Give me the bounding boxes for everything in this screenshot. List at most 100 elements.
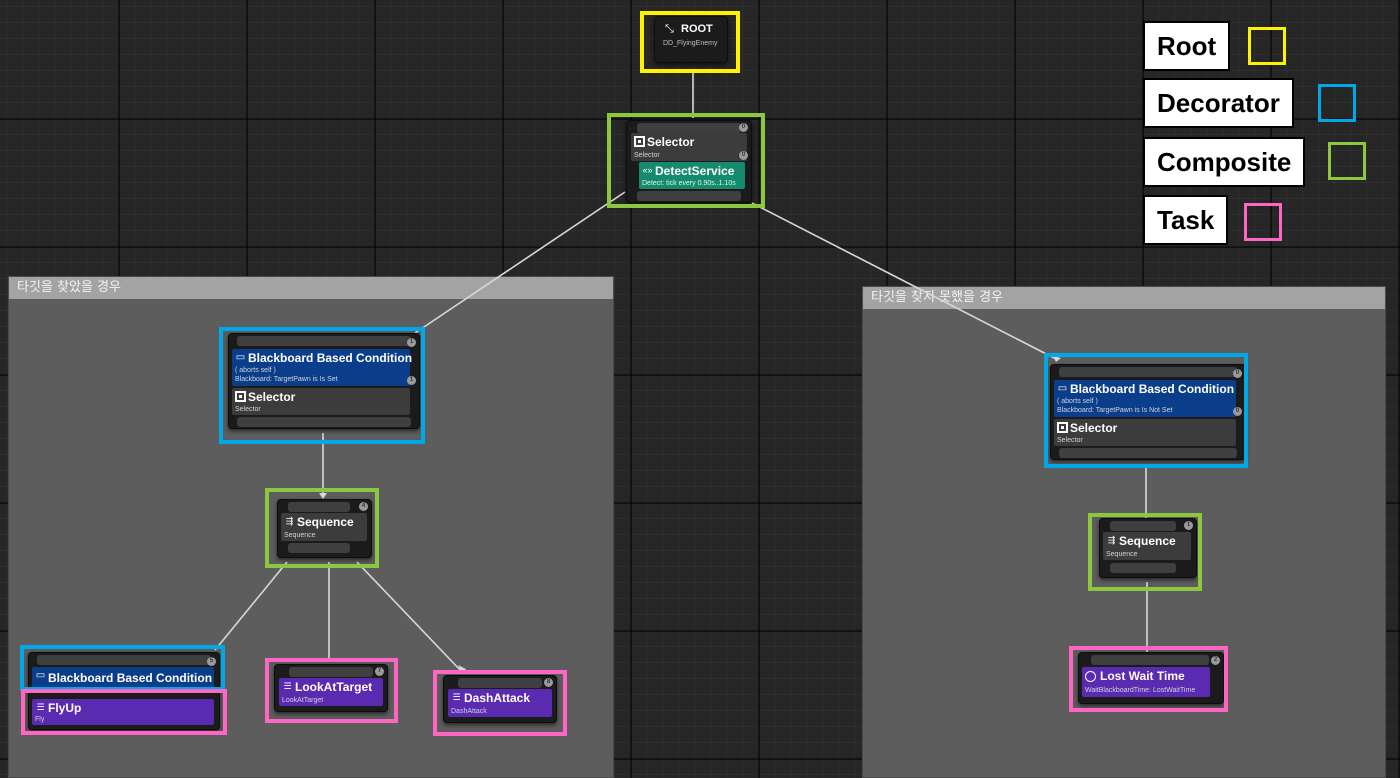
- selector-title: Selector: [647, 135, 695, 149]
- selector-subtitle: Selector: [1057, 437, 1083, 444]
- task-title: FlyUp: [48, 701, 82, 715]
- index-badge: 5: [207, 657, 216, 666]
- comment-title: 타깃을 찾지 못했을 경우: [863, 287, 1385, 309]
- index-badge: 0: [739, 151, 748, 160]
- index-badge: 0: [739, 123, 748, 132]
- decorator-title: Blackboard Based Condition: [48, 671, 213, 685]
- selector-title: Selector: [1070, 421, 1118, 435]
- right-selector-node[interactable]: 0 ▭ Blackboard Based Condition ( aborts …: [1050, 364, 1246, 460]
- input-pin[interactable]: [289, 667, 373, 677]
- blackboard-icon: ▭: [1057, 383, 1068, 394]
- index-badge: 8: [544, 678, 553, 687]
- selector-subtitle: Selector: [634, 152, 660, 159]
- output-pin[interactable]: [1059, 448, 1237, 458]
- index-badge: 7: [375, 667, 384, 676]
- look-at-target-task[interactable]: ☰ LookAtTarget LookAtTarget: [279, 678, 383, 706]
- index-badge: 1: [1184, 521, 1193, 530]
- comment-title: 타깃을 찾았을 경우: [9, 277, 613, 299]
- legend-task-label: Task: [1143, 195, 1229, 245]
- task-subtitle: WaitBlackboardTime: LostWaitTime: [1085, 687, 1196, 694]
- legend-composite-swatch: [1328, 142, 1366, 180]
- index-badge: 1: [407, 376, 416, 385]
- input-pin[interactable]: [37, 655, 211, 665]
- legend-composite-label: Composite: [1143, 137, 1306, 187]
- blackboard-icon: ▭: [35, 670, 46, 681]
- task-subtitle: DashAttack: [451, 708, 487, 715]
- detect-service[interactable]: «» DetectService Detect: tick every 0.90…: [639, 162, 745, 189]
- left-sequence-node[interactable]: 4 ⇶ Sequence Sequence: [277, 499, 372, 558]
- legend-decorator-swatch: [1318, 84, 1356, 122]
- task-title: Lost Wait Time: [1100, 669, 1185, 683]
- decorator-title: Blackboard Based Condition: [1070, 382, 1235, 396]
- selector-icon: [235, 391, 246, 402]
- top-selector-node[interactable]: 0 Selector Selector 0 «» DetectService D…: [626, 120, 752, 203]
- sequence-title: Sequence: [1119, 534, 1176, 548]
- sequence-composite[interactable]: ⇶ Sequence Sequence: [281, 513, 367, 541]
- sequence-subtitle: Sequence: [284, 532, 316, 539]
- legend-root-label: Root: [1143, 21, 1231, 71]
- sequence-composite[interactable]: ⇶ Sequence Sequence: [1103, 532, 1191, 560]
- decorator-title: Blackboard Based Condition: [248, 351, 413, 365]
- output-pin[interactable]: [288, 543, 350, 553]
- blackboard-decorator[interactable]: ▭ Blackboard Based Condition ( aborts se…: [232, 349, 413, 386]
- input-pin[interactable]: [458, 678, 542, 688]
- root-node[interactable]: ⤡ ROOT DD_FlyingEnemy: [654, 16, 728, 63]
- root-subtitle: DD_FlyingEnemy: [663, 40, 718, 47]
- task-icon: ☰: [283, 681, 292, 691]
- decorator-detail: Blackboard: TargetPawn is Is Not Set: [1057, 407, 1173, 414]
- input-pin[interactable]: [1059, 367, 1237, 377]
- index-badge: 1: [407, 338, 416, 347]
- output-pin[interactable]: [637, 191, 741, 201]
- input-pin[interactable]: [1091, 655, 1209, 665]
- index-badge: 2: [1211, 656, 1220, 665]
- index-badge: 0: [1233, 407, 1242, 416]
- selector-icon: [634, 136, 645, 147]
- sequence-icon: ⇶: [1107, 535, 1116, 545]
- root-icon: ⤡: [665, 23, 674, 35]
- index-badge: 4: [359, 502, 368, 511]
- dash-attack-node[interactable]: 8 ☰ DashAttack DashAttack: [443, 675, 557, 723]
- flyup-blackboard-decorator[interactable]: ▭ Blackboard Based Condition: [32, 667, 214, 688]
- service-title: DetectService: [655, 164, 735, 178]
- input-pin[interactable]: [637, 123, 741, 133]
- selector-icon: [1057, 422, 1068, 433]
- task-icon: ☰: [452, 692, 461, 702]
- flyup-node[interactable]: 5 ▭ Blackboard Based Condition ☰ FlyUp F…: [28, 652, 220, 730]
- legend-task-swatch: [1244, 203, 1282, 241]
- task-subtitle: LookAtTarget: [282, 697, 324, 704]
- wait-icon: [1085, 671, 1096, 682]
- output-pin[interactable]: [237, 417, 411, 427]
- selector-composite[interactable]: Selector Selector: [232, 388, 410, 415]
- flyup-task[interactable]: ☰ FlyUp Fly: [32, 699, 214, 725]
- sequence-icon: ⇶: [285, 516, 294, 526]
- sequence-subtitle: Sequence: [1106, 551, 1138, 558]
- left-selector-node[interactable]: 1 ▭ Blackboard Based Condition ( aborts …: [228, 333, 420, 429]
- input-pin[interactable]: [1110, 521, 1176, 531]
- task-icon: ☰: [36, 702, 45, 712]
- look-at-target-node[interactable]: 7 ☰ LookAtTarget LookAtTarget: [274, 664, 388, 712]
- right-sequence-node[interactable]: 1 ⇶ Sequence Sequence: [1099, 518, 1197, 578]
- task-subtitle: Fly: [35, 716, 45, 723]
- task-title: DashAttack: [464, 691, 531, 705]
- service-subtitle: Detect: tick every 0.90s..1.10s: [642, 180, 736, 187]
- blackboard-decorator[interactable]: ▭ Blackboard Based Condition ( aborts se…: [1054, 380, 1236, 417]
- lost-wait-time-task[interactable]: Lost Wait Time WaitBlackboardTime: LostW…: [1082, 667, 1210, 697]
- dash-attack-task[interactable]: ☰ DashAttack DashAttack: [448, 689, 552, 717]
- service-icon: «»: [642, 165, 653, 175]
- decorator-detail: Blackboard: TargetPawn is Is Set: [235, 376, 338, 383]
- selector-subtitle: Selector: [235, 406, 261, 413]
- index-badge: 0: [1233, 369, 1242, 378]
- decorator-aborts: ( aborts self ): [235, 367, 276, 374]
- input-pin[interactable]: [237, 336, 411, 346]
- output-pin[interactable]: [1110, 563, 1176, 573]
- sequence-title: Sequence: [297, 515, 354, 529]
- lost-wait-time-node[interactable]: 2 Lost Wait Time WaitBlackboardTime: Los…: [1078, 652, 1224, 704]
- task-title: LookAtTarget: [295, 680, 373, 694]
- decorator-aborts: ( aborts self ): [1057, 398, 1098, 405]
- input-pin[interactable]: [288, 502, 350, 512]
- selector-title: Selector: [248, 390, 296, 404]
- blackboard-icon: ▭: [235, 352, 246, 363]
- selector-composite[interactable]: Selector Selector: [1054, 419, 1236, 446]
- legend-root-swatch: [1248, 27, 1286, 65]
- selector-composite[interactable]: Selector Selector: [631, 133, 747, 161]
